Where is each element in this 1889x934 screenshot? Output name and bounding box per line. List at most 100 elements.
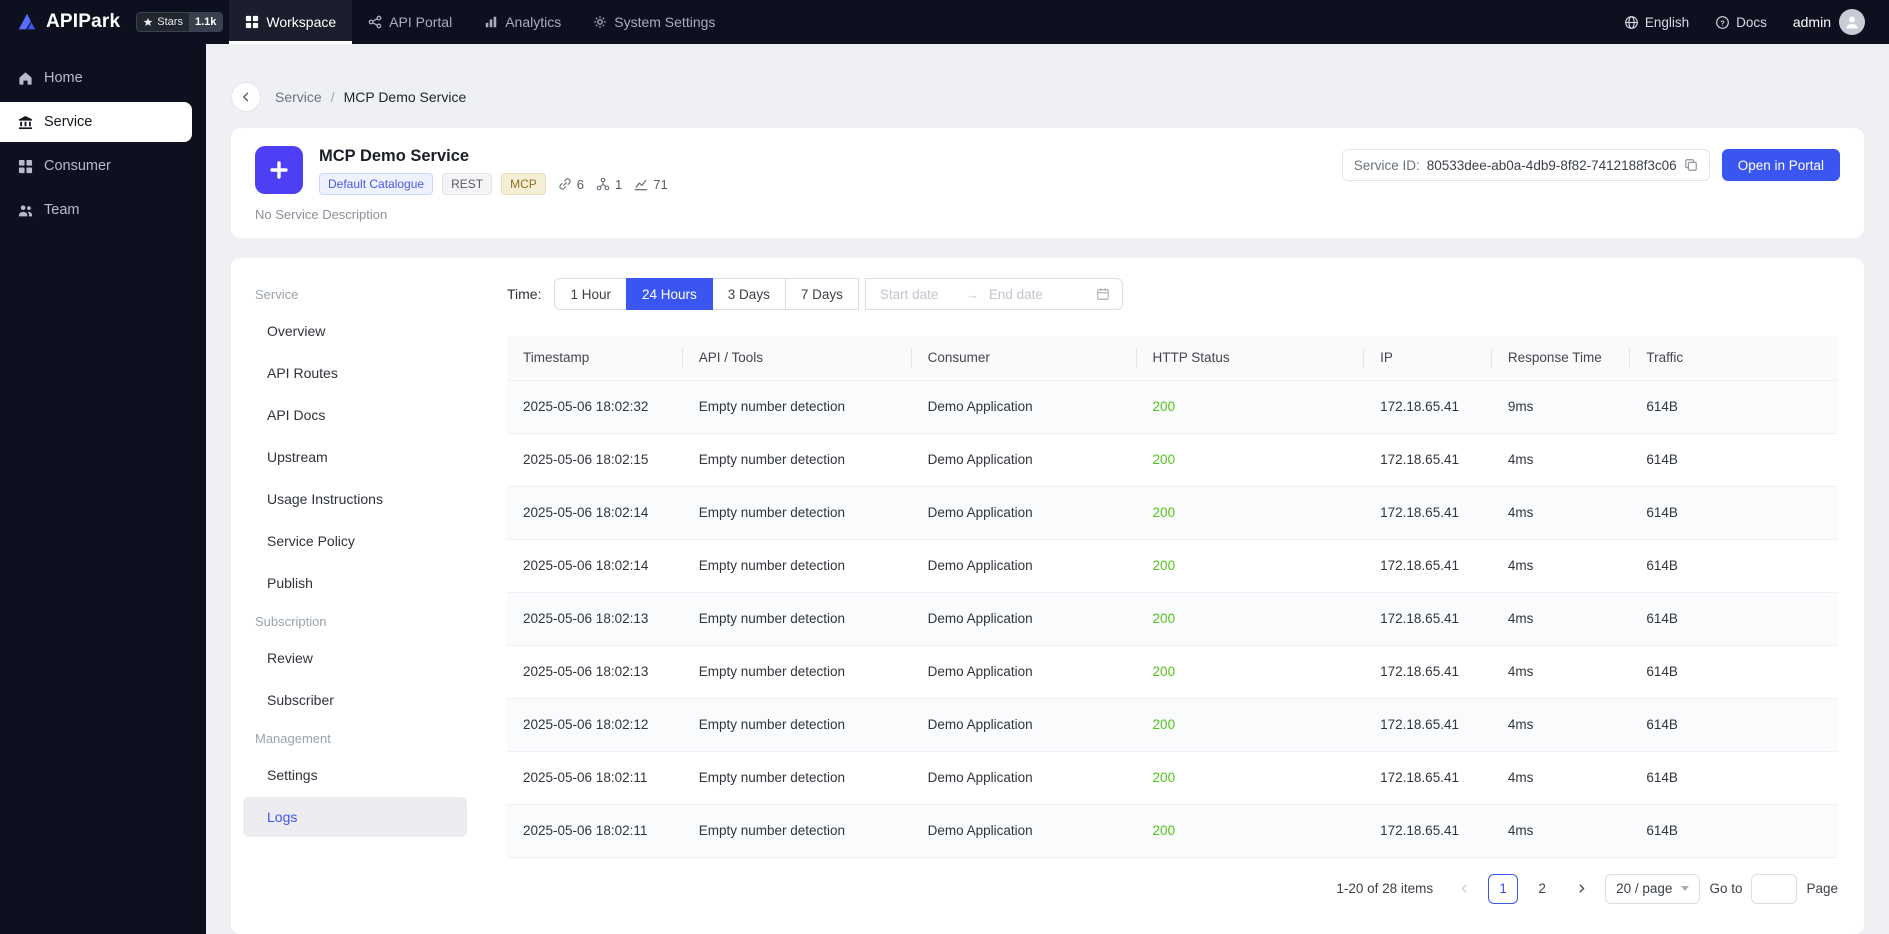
breadcrumb-row: Service / MCP Demo Service <box>231 82 1864 112</box>
cell-timestamp: 2025-05-06 18:02:13 <box>507 645 683 699</box>
menu-item-subscriber[interactable]: Subscriber <box>243 680 467 720</box>
cell-ip: 172.18.65.41 <box>1364 698 1492 752</box>
logs-table: Timestamp API / Tools Consumer HTTP Status I… <box>507 336 1838 858</box>
table-row: 2025-05-06 18:02:13 Empty number detectio… <box>507 645 1838 699</box>
menu-item-api-routes[interactable]: API Routes <box>243 353 467 393</box>
column-header-ip: IP <box>1364 336 1492 381</box>
logs-table-body: 2025-05-06 18:02:32 Empty number detectio… <box>507 380 1838 858</box>
cell-traffic: 614B <box>1630 751 1838 805</box>
menu-item-overview[interactable]: Overview <box>243 311 467 351</box>
menu-item-settings[interactable]: Settings <box>243 755 467 795</box>
table-row: 2025-05-06 18:02:15 Empty number detectio… <box>507 433 1838 487</box>
globe-icon <box>1624 15 1639 30</box>
service-id-box: Service ID: 80533dee-ab0a-4db9-8f82-7412… <box>1341 149 1710 181</box>
goto-page-input[interactable] <box>1751 873 1798 904</box>
bank-icon <box>18 115 33 130</box>
sidebar-item-label: Team <box>44 202 80 218</box>
menu-item-logs[interactable]: Logs <box>243 797 467 837</box>
cell-timestamp: 2025-05-06 18:02:32 <box>507 380 683 434</box>
service-info: MCP Demo Service Default Catalogue REST … <box>319 146 668 195</box>
cell-traffic: 614B <box>1630 539 1838 593</box>
logs-table-header-row: Timestamp API / Tools Consumer HTTP Status I… <box>507 336 1838 381</box>
topnav-item-label: System Settings <box>614 14 716 30</box>
pagination-total: 1-20 of 28 items <box>1336 881 1434 896</box>
home-icon <box>18 71 33 86</box>
rest-tag: REST <box>442 173 493 195</box>
page-1-button[interactable]: 1 <box>1488 873 1519 904</box>
topnav-right: English ? Docs admin <box>1624 9 1865 35</box>
github-stars-widget[interactable]: Stars 1.1k <box>136 12 224 32</box>
language-switch[interactable]: English <box>1624 15 1689 30</box>
service-header-right: Service ID: 80533dee-ab0a-4db9-8f82-7412… <box>1341 149 1840 181</box>
breadcrumb-service[interactable]: Service <box>275 89 322 105</box>
cell-ip: 172.18.65.41 <box>1364 486 1492 540</box>
cell-traffic: 614B <box>1630 804 1838 858</box>
stars-label: Stars <box>157 16 183 28</box>
topnav-menu: Workspace API Portal Analytics System Se… <box>229 0 731 44</box>
topnav-item-workspace[interactable]: Workspace <box>229 0 353 44</box>
menu-item-usage-instructions[interactable]: Usage Instructions <box>243 479 467 519</box>
cell-api: Empty number detection <box>682 592 912 646</box>
cell-status: 200 <box>1136 804 1365 858</box>
sidebar-item-service[interactable]: Service <box>0 102 192 142</box>
service-description: No Service Description <box>255 207 388 222</box>
cell-traffic: 614B <box>1630 433 1838 487</box>
goto-label: Go to <box>1709 881 1743 896</box>
time-filter-group: 1 Hour 24 Hours 3 Days 7 Days <box>554 278 859 310</box>
api-count-stat: 6 <box>558 177 584 192</box>
cell-consumer: Demo Application <box>911 592 1137 646</box>
cell-response-time: 4ms <box>1491 486 1631 540</box>
page-2-button[interactable]: 2 <box>1527 874 1557 904</box>
topnav-item-analytics[interactable]: Analytics <box>468 0 577 44</box>
cell-timestamp: 2025-05-06 18:02:14 <box>507 486 683 540</box>
username: admin <box>1792 14 1831 30</box>
sidebar-item-team[interactable]: Team <box>0 190 206 230</box>
page-size-value: 20 / page <box>1616 881 1673 896</box>
stars-left: Stars <box>137 13 189 31</box>
column-header-response-time: Response Time <box>1491 336 1631 381</box>
service-header-top: MCP Demo Service Default Catalogue REST … <box>255 146 1840 195</box>
menu-item-upstream[interactable]: Upstream <box>243 437 467 477</box>
end-date-input[interactable] <box>986 285 1067 303</box>
menu-item-api-docs[interactable]: API Docs <box>243 395 467 435</box>
back-button[interactable] <box>231 82 261 112</box>
node-icon <box>596 177 610 191</box>
topnav-item-system-settings[interactable]: System Settings <box>577 0 731 44</box>
top-navigation: APIPark Stars 1.1k Workspace API Portal … <box>0 0 1889 44</box>
chart-icon <box>634 177 648 191</box>
time-filter-3-days[interactable]: 3 Days <box>711 278 786 310</box>
chevron-left-icon <box>240 91 252 103</box>
table-row: 2025-05-06 18:02:14 Empty number detectio… <box>507 539 1838 593</box>
brand: APIPark Stars 1.1k <box>16 11 224 33</box>
breadcrumb-separator: / <box>330 89 335 105</box>
sidebar-item-consumer[interactable]: Consumer <box>0 146 206 186</box>
menu-item-service-policy[interactable]: Service Policy <box>243 521 467 561</box>
cell-api: Empty number detection <box>682 698 912 752</box>
sidebar-item-home[interactable]: Home <box>0 58 206 98</box>
cell-ip: 172.18.65.41 <box>1364 380 1492 434</box>
menu-item-publish[interactable]: Publish <box>243 563 467 603</box>
copy-icon[interactable] <box>1684 158 1698 172</box>
cell-response-time: 4ms <box>1491 433 1631 487</box>
cell-timestamp: 2025-05-06 18:02:11 <box>507 751 683 805</box>
grid-icon <box>18 159 33 174</box>
service-icon <box>255 146 303 194</box>
apipark-logo-icon <box>16 11 38 33</box>
date-range-picker[interactable]: → <box>864 278 1123 310</box>
time-filter-1-hour[interactable]: 1 Hour <box>554 278 628 310</box>
topnav-item-api-portal[interactable]: API Portal <box>352 0 468 44</box>
start-date-input[interactable] <box>877 285 958 303</box>
cell-consumer: Demo Application <box>911 698 1137 752</box>
time-filter-24-hours[interactable]: 24 Hours <box>626 278 713 310</box>
user-menu[interactable]: admin <box>1793 9 1865 35</box>
prev-page-button[interactable] <box>1449 874 1479 904</box>
open-in-portal-button[interactable]: Open in Portal <box>1721 149 1840 181</box>
next-page-button[interactable] <box>1566 874 1596 904</box>
cell-api: Empty number detection <box>682 804 912 858</box>
menu-item-review[interactable]: Review <box>243 638 467 678</box>
page-size-select[interactable]: 20 / page <box>1605 873 1701 904</box>
cell-consumer: Demo Application <box>911 433 1137 487</box>
docs-link[interactable]: ? Docs <box>1715 15 1767 30</box>
stars-count: 1.1k <box>188 13 223 31</box>
time-filter-7-days[interactable]: 7 Days <box>784 278 859 310</box>
